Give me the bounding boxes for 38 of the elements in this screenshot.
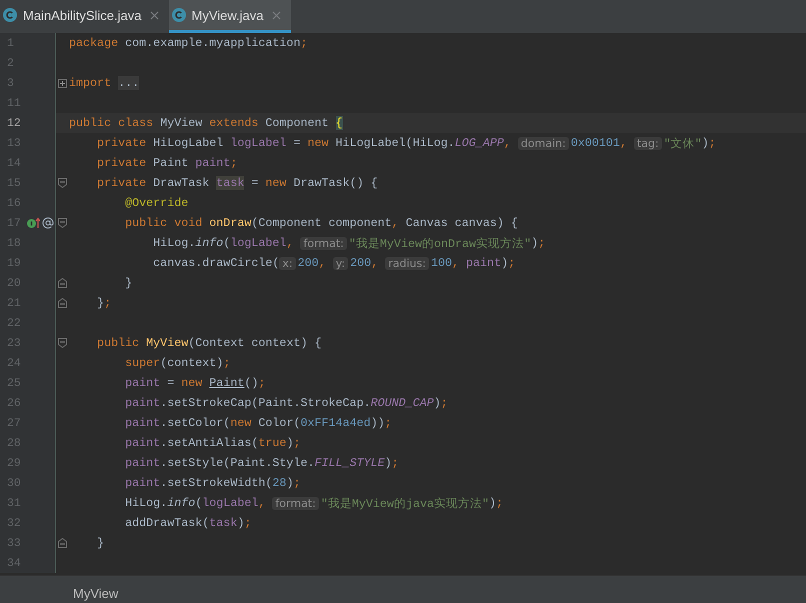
code-line: }: [124, 276, 132, 290]
code-line: HiLog.info(logLabel, format: "我是MyView的java实现方法");: [124, 496, 504, 510]
code-line: paint = new Paint();: [124, 376, 266, 390]
collapse-icon[interactable]: [58, 278, 67, 288]
code-line: import ...: [69, 76, 140, 90]
code-line: addDrawTask(task);: [124, 516, 252, 530]
code-line: private Paint paint;: [96, 156, 238, 170]
java-class-icon: [172, 8, 186, 22]
collapse-icon[interactable]: [58, 538, 67, 548]
collapse-icon[interactable]: [58, 218, 67, 228]
code-line: super(context);: [124, 356, 230, 370]
code-line: paint.setStrokeCap(Paint.StrokeCap.ROUND_CAP);: [124, 396, 448, 410]
code-line: canvas.drawCircle( x: 200, y: 200, radius: 100, paint);: [152, 256, 516, 270]
code-line: }: [96, 536, 104, 550]
collapse-icon[interactable]: [58, 178, 67, 188]
expand-icon[interactable]: [58, 78, 67, 88]
code-line: paint.setColor(new Color(0xFF14a4ed));: [124, 416, 392, 430]
editor-tab[interactable]: MyView.java: [168, 0, 291, 33]
breadcrumb[interactable]: MyView: [73, 586, 118, 602]
collapse-icon[interactable]: [58, 338, 67, 348]
code-line: paint.setAntiAlias(true);: [124, 436, 300, 450]
code-line: paint.setStrokeWidth(28);: [124, 476, 300, 490]
code-line: package com.example.myapplication;: [69, 36, 308, 50]
at-sign-icon[interactable]: [42, 217, 54, 229]
code-line: public class MyView extends Component {: [69, 116, 343, 130]
code-line: paint.setStyle(Paint.Style.FILL_STYLE);: [124, 456, 399, 470]
code-line: public void onDraw(Component component, Canvas canvas) {: [124, 216, 518, 230]
code-line: @Override: [124, 196, 188, 210]
code-line: private DrawTask task = new DrawTask() {: [96, 176, 378, 190]
close-icon[interactable]: [148, 8, 160, 22]
line-number: 12: [6, 116, 22, 130]
code-line: public MyView(Context context) {: [96, 336, 322, 350]
java-class-icon: [3, 8, 17, 22]
implements-method-icon[interactable]: [27, 217, 40, 229]
code-line: };: [96, 296, 112, 310]
collapse-icon[interactable]: [58, 298, 67, 308]
code-line: private HiLogLabel logLabel = new HiLogLabel(HiLog.LOG_APP, domain: 0x00101, tag: "文休");: [96, 136, 716, 150]
code-line: HiLog.info(logLabel, format: "我是MyView的onDraw实现方法");: [152, 236, 546, 250]
